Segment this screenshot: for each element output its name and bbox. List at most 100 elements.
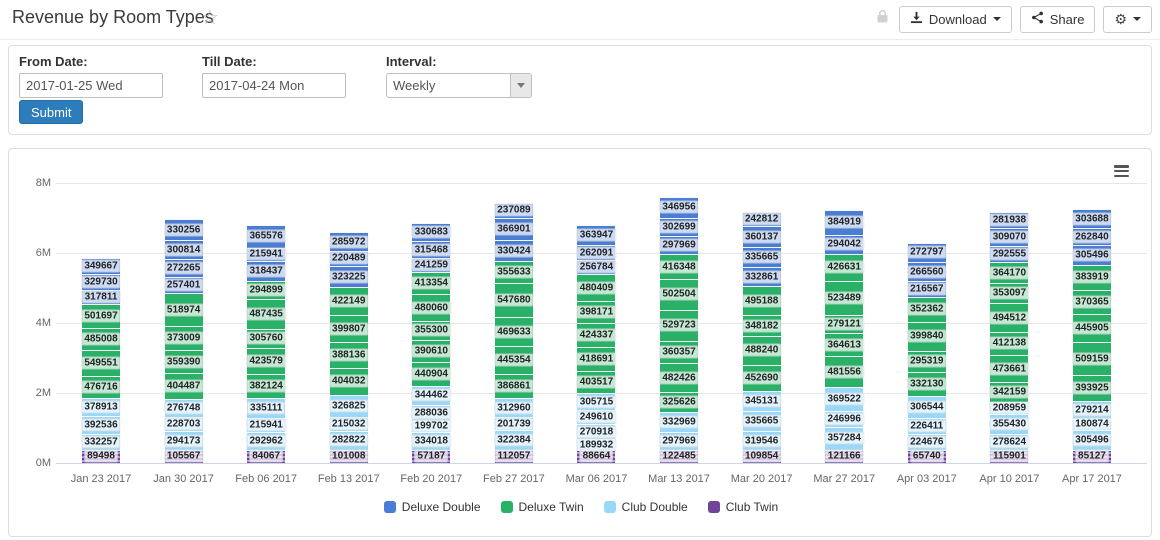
bar-segment-club-double[interactable]: 226411: [907, 417, 947, 434]
bar-segment-deluxe-double[interactable]: 215941: [246, 247, 286, 261]
bar-segment-deluxe-double[interactable]: 330256: [163, 219, 204, 241]
bar-segment-deluxe-twin[interactable]: 279121: [824, 314, 864, 333]
bar-segment-deluxe-double[interactable]: 285972: [329, 232, 369, 252]
bar-segment-deluxe-twin[interactable]: 494512: [989, 303, 1030, 332]
bar-segment-club-double[interactable]: 292962: [246, 431, 286, 450]
bar-segment-deluxe-double[interactable]: 366901: [494, 217, 534, 241]
bar-segment-club-double[interactable]: 312960: [494, 397, 534, 418]
bar-segment-deluxe-twin[interactable]: 295319: [907, 350, 947, 372]
bar-segment-deluxe-twin[interactable]: 364170: [989, 262, 1030, 284]
bar-segment-deluxe-twin[interactable]: 452690: [741, 364, 782, 392]
bar-segment-deluxe-twin[interactable]: 325626: [659, 392, 699, 412]
bar-segment-club-double[interactable]: 392536: [81, 416, 121, 435]
bar-segment-deluxe-twin[interactable]: 398171: [576, 301, 617, 324]
bar-segment-club-double[interactable]: 228703: [163, 416, 204, 432]
bar-segment-deluxe-double[interactable]: 257401: [163, 276, 204, 294]
bar-segment-deluxe-double[interactable]: 242812: [741, 211, 782, 226]
bar-segment-deluxe-twin[interactable]: 509159: [1072, 342, 1112, 376]
bar-segment-club-twin[interactable]: 112057: [494, 449, 534, 463]
bar-segment-deluxe-double[interactable]: 300814: [163, 240, 204, 260]
bar-segment-deluxe-twin[interactable]: 399840: [907, 321, 947, 351]
bar-segment-club-twin[interactable]: 121166: [824, 449, 864, 463]
settings-button[interactable]: ⚙: [1103, 5, 1152, 33]
bar-segment-deluxe-double[interactable]: 318437: [246, 260, 286, 281]
bar-segment-deluxe-twin[interactable]: 373009: [163, 326, 204, 351]
bar-segment-deluxe-double[interactable]: 241259: [411, 258, 451, 272]
bar-segment-club-double[interactable]: 344462: [411, 385, 451, 405]
bar-segment-club-double[interactable]: 294173: [163, 431, 204, 450]
bar-segment-deluxe-double[interactable]: 335665: [741, 247, 782, 267]
bar-segment-deluxe-double[interactable]: 292555: [989, 245, 1030, 263]
bar-segment-deluxe-twin[interactable]: 480409: [576, 274, 617, 302]
bar-segment-deluxe-twin[interactable]: 488240: [741, 335, 782, 365]
bar-segment-club-double[interactable]: 334018: [411, 431, 451, 450]
bar-segment-deluxe-double[interactable]: 360137: [741, 225, 782, 248]
bar-segment-deluxe-double[interactable]: 309070: [989, 228, 1030, 246]
bar-segment-club-double[interactable]: 249610: [576, 410, 617, 425]
till-date-input[interactable]: [202, 73, 346, 98]
bar-segment-club-double[interactable]: 288036: [411, 404, 451, 421]
bar-segment-deluxe-twin[interactable]: 403517: [576, 370, 617, 394]
bar-segment-club-twin[interactable]: 105567: [163, 449, 204, 463]
bar-segment-deluxe-double[interactable]: 365576: [246, 225, 286, 248]
bar-segment-deluxe-double[interactable]: 346956: [659, 197, 699, 218]
bar-segment-deluxe-double[interactable]: 330424: [494, 240, 534, 261]
bar-segment-deluxe-double[interactable]: 317811: [81, 289, 121, 305]
bar-segment-deluxe-twin[interactable]: 518974: [163, 293, 204, 327]
bar-segment-deluxe-double[interactable]: 262091: [576, 245, 617, 260]
bar-segment-deluxe-double[interactable]: 272265: [163, 259, 204, 277]
bar-segment-deluxe-twin[interactable]: 482426: [659, 363, 699, 393]
legend-item-club-twin[interactable]: Club Twin: [707, 500, 778, 514]
bar-segment-club-double[interactable]: 335665: [741, 411, 782, 432]
bar-segment-club-double[interactable]: 305715: [576, 393, 617, 411]
bar-segment-deluxe-twin[interactable]: 485008: [81, 327, 121, 351]
bar-segment-club-double[interactable]: 369522: [824, 387, 864, 412]
bar-segment-deluxe-twin[interactable]: 445354: [494, 346, 534, 374]
bar-segment-deluxe-twin[interactable]: 495188: [741, 286, 782, 316]
bar-segment-club-double[interactable]: 335111: [247, 397, 286, 419]
bar-segment-deluxe-twin[interactable]: 399807: [329, 315, 369, 343]
bar-segment-deluxe-double[interactable]: 294042: [824, 234, 864, 254]
bar-segment-deluxe-twin[interactable]: 382124: [246, 374, 286, 398]
bar-segment-deluxe-twin[interactable]: 305760: [246, 329, 286, 348]
bar-segment-deluxe-twin[interactable]: 390610: [411, 340, 451, 362]
legend-item-deluxe-twin[interactable]: Deluxe Twin: [500, 500, 584, 514]
bar-segment-club-double[interactable]: 199702: [411, 419, 451, 433]
bar-segment-deluxe-twin[interactable]: 440904: [411, 361, 451, 386]
bar-segment-club-double[interactable]: 189932: [576, 438, 617, 452]
bar-segment-club-double[interactable]: 279214: [1072, 400, 1112, 419]
bar-segment-deluxe-double[interactable]: 297969: [659, 236, 699, 255]
bar-segment-deluxe-double[interactable]: 329730: [81, 274, 121, 290]
bar-segment-deluxe-twin[interactable]: 388136: [329, 342, 369, 368]
bar-segment-club-twin[interactable]: 57187: [412, 449, 451, 463]
bar-segment-deluxe-double[interactable]: 332861: [741, 266, 782, 287]
bar-segment-club-double[interactable]: 357284: [824, 426, 864, 450]
bar-segment-deluxe-twin[interactable]: 359390: [163, 350, 204, 374]
bar-segment-deluxe-twin[interactable]: 393925: [1072, 375, 1112, 401]
bar-segment-club-double[interactable]: 215941: [246, 418, 286, 432]
bar-segment-club-twin[interactable]: 88664: [577, 449, 616, 463]
bar-segment-club-twin[interactable]: 89498: [82, 449, 120, 463]
bar-segment-deluxe-twin[interactable]: 523489: [824, 281, 864, 315]
bar-segment-club-double[interactable]: 246996: [824, 411, 864, 427]
bar-segment-deluxe-twin[interactable]: 502504: [659, 279, 699, 310]
bar-segment-deluxe-double[interactable]: 384919: [824, 209, 864, 235]
bar-segment-club-double[interactable]: 224676: [907, 433, 947, 450]
bar-segment-deluxe-twin[interactable]: 418691: [576, 347, 617, 371]
bar-segment-deluxe-twin[interactable]: 342159: [989, 382, 1030, 402]
bar-segment-club-double[interactable]: 180874: [1072, 417, 1112, 431]
bar-segment-club-double[interactable]: 282822: [329, 431, 369, 450]
bar-segment-club-double[interactable]: 278624: [989, 434, 1030, 450]
bar-segment-club-twin[interactable]: 115901: [989, 449, 1029, 463]
legend-item-club-double[interactable]: Club Double: [603, 500, 688, 514]
bar-segment-deluxe-double[interactable]: 305496: [1072, 245, 1112, 266]
bar-segment-deluxe-twin[interactable]: 549551: [81, 350, 121, 377]
bar-segment-club-double[interactable]: 322384: [494, 429, 534, 450]
bar-segment-deluxe-double[interactable]: 330683: [411, 222, 451, 242]
bar-segment-deluxe-double[interactable]: 281938: [989, 212, 1030, 229]
bar-segment-deluxe-twin[interactable]: 481556: [824, 356, 864, 388]
bar-segment-club-double[interactable]: 270918: [576, 424, 617, 440]
bar-segment-deluxe-twin[interactable]: 426631: [824, 253, 864, 282]
bar-segment-deluxe-twin[interactable]: 360357: [659, 341, 699, 364]
bar-segment-deluxe-double[interactable]: 363947: [576, 225, 617, 246]
